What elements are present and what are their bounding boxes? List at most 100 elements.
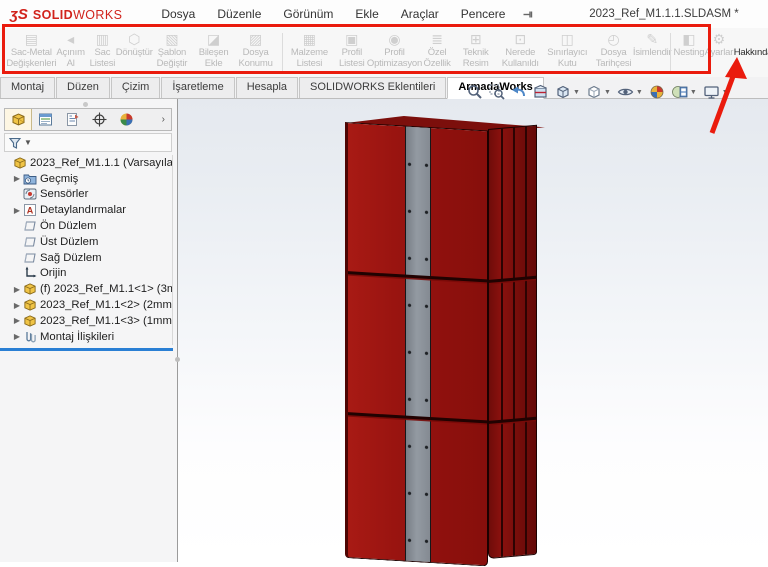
- heads-up-view-toolbar: ▼ ▼ ▼ ▼ ▼: [464, 82, 732, 102]
- menu-araclar[interactable]: Araçlar: [390, 3, 450, 25]
- flat-pattern-icon: ◂: [67, 31, 75, 47]
- tree-item-sensorler[interactable]: Sensörler: [2, 187, 172, 203]
- tree-item-ust-duzlem[interactable]: Üst Düzlem: [2, 234, 172, 250]
- main-area: ▼ ▼ ▼ ▼ ▼ › ▼ 2023_Ref_M1.1.1 (Varsayıla…: [0, 84, 768, 567]
- tree-item-root[interactable]: 2023_Ref_M1.1.1 (Varsayılan) <Görün: [2, 155, 172, 171]
- panel-drag-handle[interactable]: [83, 102, 88, 107]
- panel-tabs-overflow-chevron[interactable]: ›: [156, 114, 171, 125]
- settings-gear-icon: ⚙: [712, 31, 726, 47]
- expand-arrow-icon[interactable]: ▶: [12, 332, 22, 341]
- dropdown-caret-icon[interactable]: ▼: [636, 89, 643, 96]
- teknik-resim-button[interactable]: ⊞ Teknik Resim: [455, 30, 496, 75]
- menu-ekle[interactable]: Ekle: [344, 3, 389, 25]
- sac-metal-degiskenleri-button[interactable]: ▤ Sac-Metal Değişkenleri: [6, 30, 56, 75]
- tab-isaretleme[interactable]: İşaretleme: [161, 77, 235, 98]
- screw-holes-right: [424, 141, 429, 558]
- menu-pencere[interactable]: Pencere: [450, 3, 517, 25]
- graphics-viewport[interactable]: ▼ ▼ ▼ ▼ ▼: [178, 84, 768, 567]
- dosya-konumu-button[interactable]: ▨ Dosya Konumu: [232, 30, 278, 75]
- nerede-kullanildi-button[interactable]: ⊡ Nerede Kullanıldı: [496, 30, 545, 75]
- view-orientation-icon[interactable]: ▼: [552, 84, 583, 100]
- edit-appearance-icon[interactable]: [646, 84, 668, 100]
- hakkinda-button[interactable]: Hakkında: [734, 30, 768, 75]
- malzeme-listesi-button[interactable]: ▦ Malzeme Listesi: [285, 30, 333, 75]
- tree-filter-bar[interactable]: ▼: [4, 133, 172, 152]
- dropdown-caret-icon[interactable]: ▼: [604, 89, 611, 96]
- dropdown-caret-icon[interactable]: ▼: [573, 89, 580, 96]
- donustur-button[interactable]: ⬡ Dönüştür: [116, 30, 153, 75]
- tree-item-component-3[interactable]: ▶ 2023_Ref_M1.1<3> (1mm) <Görün: [2, 313, 172, 329]
- menu-dosya[interactable]: Dosya: [150, 3, 206, 25]
- filter-dropdown-caret-icon[interactable]: ▼: [24, 138, 32, 147]
- material-list-icon: ▦: [302, 31, 317, 47]
- display-style-icon[interactable]: ▼: [583, 84, 614, 100]
- pin-menu-icon[interactable]: [522, 8, 535, 21]
- side-panel-groove: [525, 126, 527, 555]
- tree-item-component-2[interactable]: ▶ 2023_Ref_M1.1<2> (2mm) <Görü: [2, 297, 172, 313]
- expand-arrow-icon[interactable]: ▶: [12, 206, 22, 215]
- tree-item-component-1[interactable]: ▶ (f) 2023_Ref_M1.1<1> (3mm) <Gö: [2, 281, 172, 297]
- menu-duzenle[interactable]: Düzenle: [206, 3, 272, 25]
- profil-optimizasyon-button[interactable]: ◉ Profil Optimizasyon: [367, 30, 422, 75]
- configuration-manager-tab[interactable]: [59, 109, 86, 130]
- profile-list-icon: ▣: [345, 31, 359, 47]
- sablon-degistir-button[interactable]: ▧ Şablon Değiştir: [149, 30, 195, 75]
- expand-arrow-icon[interactable]: ▶: [12, 285, 22, 294]
- dosya-tarihcesi-button[interactable]: ◴ Dosya Tarihçesi: [590, 30, 637, 75]
- property-manager-tab[interactable]: [32, 109, 59, 130]
- sac-listesi-button[interactable]: ▥ Sac Listesi: [86, 30, 120, 75]
- origin-icon: [22, 266, 38, 280]
- previous-view-icon[interactable]: [508, 84, 530, 100]
- expand-arrow-icon[interactable]: ▶: [12, 174, 22, 183]
- sheet-list-icon: ▥: [95, 31, 110, 47]
- assembly-model[interactable]: [335, 112, 550, 567]
- featuremanager-tree-tab[interactable]: [5, 109, 32, 130]
- sheet-metal-variables-icon: ▤: [24, 31, 38, 47]
- feature-tree: 2023_Ref_M1.1.1 (Varsayılan) <Görün ▶ Ge…: [2, 155, 173, 345]
- acinim-al-button[interactable]: ◂ Açınım Al: [56, 30, 86, 75]
- sinirlayici-kutu-button[interactable]: ◫ Sınırlayıcı Kutu: [545, 30, 590, 75]
- tab-solidworks-eklentileri[interactable]: SOLIDWORKS Eklentileri: [299, 77, 447, 98]
- expand-arrow-icon[interactable]: ▶: [12, 301, 22, 310]
- zoom-to-fit-icon[interactable]: [464, 84, 486, 100]
- zoom-to-area-icon[interactable]: [486, 84, 508, 100]
- filter-funnel-icon: [8, 137, 22, 149]
- tree-item-sag-duzlem[interactable]: Sağ Düzlem: [2, 250, 172, 266]
- nesting-button[interactable]: ◧ Nesting: [674, 30, 705, 75]
- bilesen-ekle-button[interactable]: ◪ Bileşen Ekle: [195, 30, 233, 75]
- convert-icon: ⬡: [128, 31, 141, 47]
- toolbar-separator: [670, 33, 671, 72]
- section-view-icon[interactable]: [530, 84, 552, 100]
- profil-listesi-button[interactable]: ▣ Profil Listesi: [333, 30, 370, 75]
- tree-item-gecmis[interactable]: ▶ Geçmiş: [2, 171, 172, 187]
- dropdown-caret-icon[interactable]: ▼: [722, 89, 729, 96]
- custom-property-icon: ≣: [431, 31, 443, 47]
- tree-item-detaylandirmalar[interactable]: ▶ A Detaylandırmalar: [2, 202, 172, 218]
- rollback-bar[interactable]: [0, 348, 173, 351]
- view-settings-icon[interactable]: ▼: [700, 84, 732, 100]
- display-manager-tab[interactable]: [113, 109, 140, 130]
- tree-item-montaj-iliskileri[interactable]: ▶ Montaj İlişkileri: [2, 329, 172, 345]
- tree-item-on-duzlem[interactable]: Ön Düzlem: [2, 218, 172, 234]
- dropdown-caret-icon[interactable]: ▼: [690, 89, 697, 96]
- plane-icon: [22, 219, 38, 233]
- side-panel-groove: [501, 128, 503, 557]
- template-change-icon: ▧: [165, 31, 179, 47]
- apply-scene-icon[interactable]: ▼: [668, 84, 700, 100]
- expand-arrow-icon[interactable]: ▶: [12, 316, 22, 325]
- ozel-ozellik-button[interactable]: ≣ Özel Özellik: [419, 30, 456, 75]
- panel-splitter-handle[interactable]: [175, 357, 180, 362]
- tab-duzen[interactable]: Düzen: [56, 77, 110, 98]
- tab-montaj[interactable]: Montaj: [0, 77, 56, 98]
- tree-item-orijin[interactable]: Orijin: [2, 266, 172, 282]
- tab-hesapla[interactable]: Hesapla: [235, 77, 299, 98]
- ayarlar-button[interactable]: ⚙ Ayarlar: [704, 30, 734, 75]
- menu-gorunum[interactable]: Görünüm: [272, 3, 344, 25]
- tab-cizim[interactable]: Çizim: [110, 77, 161, 98]
- sensors-icon: [22, 187, 38, 201]
- isimlendir-button[interactable]: ✎ İsimlendir: [633, 30, 672, 75]
- hide-show-items-icon[interactable]: ▼: [614, 84, 646, 100]
- rename-icon: ✎: [646, 31, 659, 47]
- dimxpert-manager-tab[interactable]: [86, 109, 113, 130]
- file-history-icon: ◴: [607, 31, 620, 47]
